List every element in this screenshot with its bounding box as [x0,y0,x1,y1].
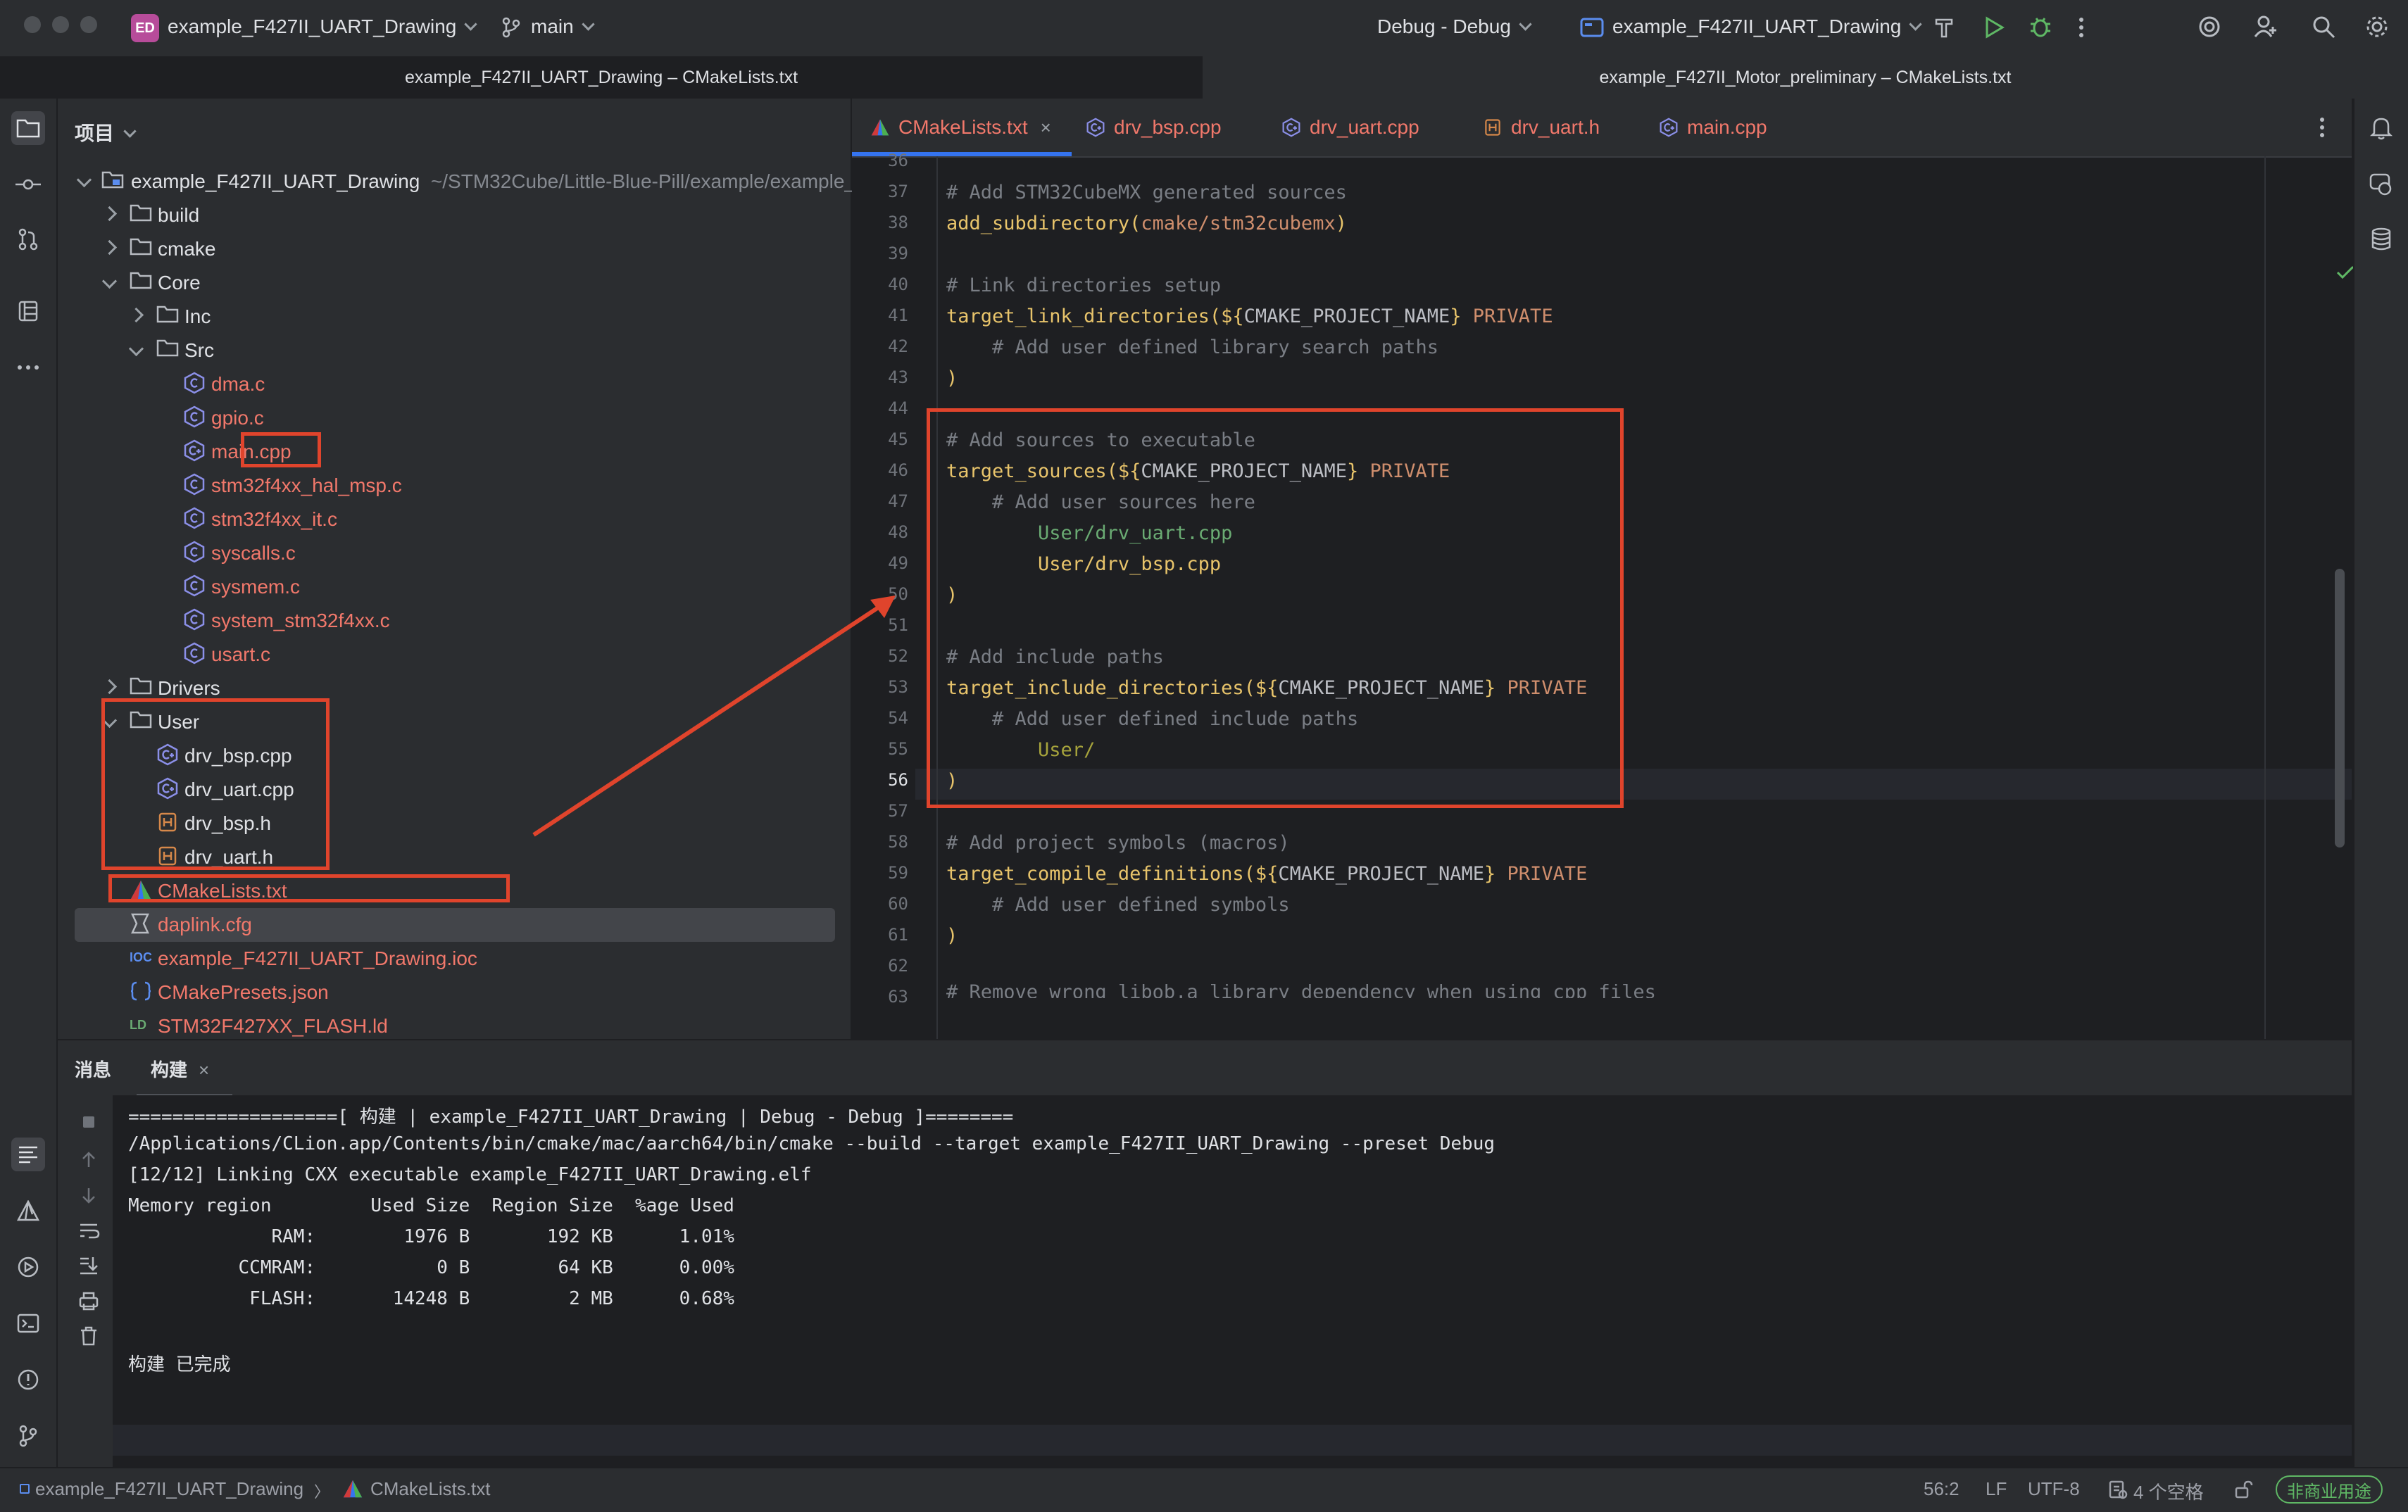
annotation-arrow [532,596,896,837]
